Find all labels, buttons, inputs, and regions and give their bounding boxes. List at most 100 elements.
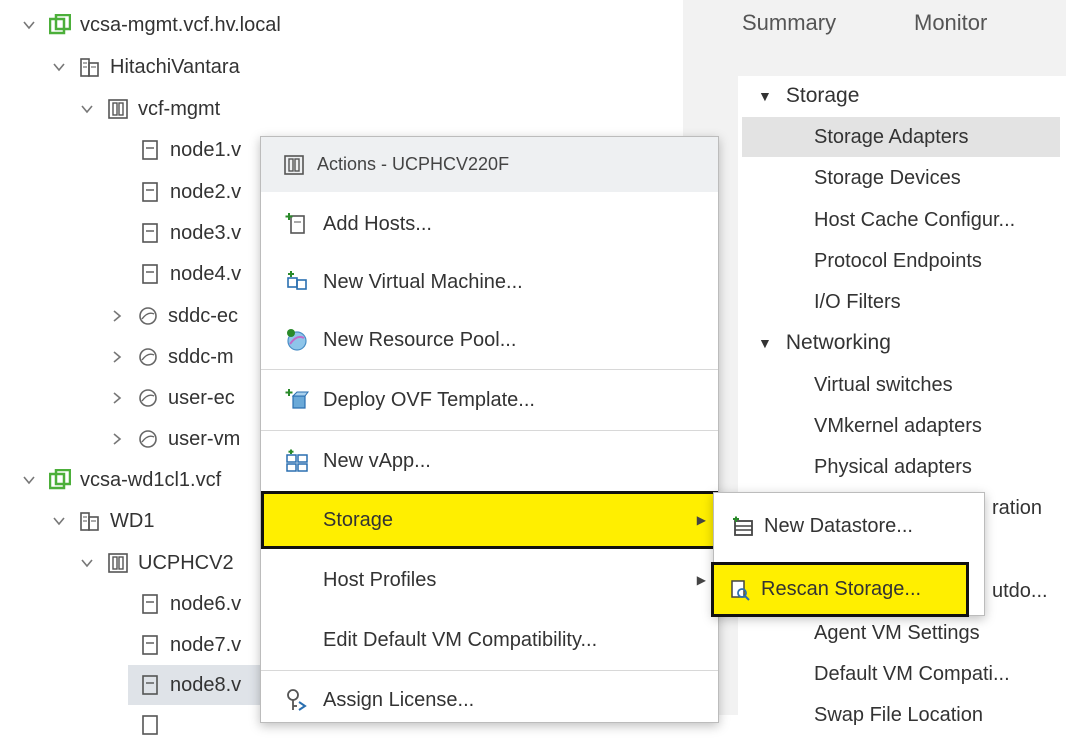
nav-item-physical-adapters[interactable]: Physical adapters <box>814 447 972 487</box>
tree-item-host[interactable]: node3.v <box>138 213 241 253</box>
cluster-icon <box>283 154 305 176</box>
tree-item-label: sddc-ec <box>168 304 239 327</box>
nav-label: Storage <box>785 84 860 107</box>
menu-item-new-resource-pool[interactable]: New Resource Pool... <box>261 311 718 369</box>
host-icon <box>138 180 162 204</box>
nav-item-vmkernel-adapters[interactable]: VMkernel adapters <box>814 406 982 446</box>
nav-label: Physical adapters <box>814 455 972 478</box>
chevron-down-icon[interactable] <box>20 471 38 489</box>
host-icon <box>138 673 162 697</box>
caret-down-icon: ▼ <box>758 88 772 104</box>
menu-item-label: Deploy OVF Template... <box>323 388 535 411</box>
chevron-right-icon[interactable] <box>108 348 126 366</box>
nav-label: I/O Filters <box>814 290 901 313</box>
new-resource-pool-icon <box>283 326 311 354</box>
menu-item-new-vm[interactable]: New Virtual Machine... <box>261 253 718 311</box>
new-datastore-icon <box>730 514 756 540</box>
menu-item-host-profiles[interactable]: Host Profiles ▶ <box>261 551 718 609</box>
nav-label: Swap File Location <box>814 703 983 726</box>
deploy-ovf-icon <box>283 386 311 414</box>
tree-item-resource-pool[interactable]: user-vm <box>108 419 240 459</box>
new-vm-icon <box>283 268 311 296</box>
tab-bar: Summary Monitor <box>683 0 1066 50</box>
nav-section-networking[interactable]: ▼ Networking <box>758 323 891 363</box>
resource-pool-icon <box>136 386 160 410</box>
host-icon <box>138 592 162 616</box>
datacenter-icon <box>78 509 102 533</box>
chevron-right-icon[interactable] <box>108 307 126 325</box>
cluster-icon <box>106 551 130 575</box>
nav-item-storage-adapters[interactable]: Storage Adapters <box>742 117 1060 157</box>
nav-section-storage[interactable]: ▼ Storage <box>758 76 859 116</box>
assign-license-icon <box>283 686 311 714</box>
tree-item-host[interactable]: node4.v <box>138 254 241 294</box>
menu-item-storage[interactable]: Storage ▶ <box>261 491 718 549</box>
chevron-down-icon[interactable] <box>50 58 68 76</box>
submenu-arrow-icon: ▶ <box>696 513 706 527</box>
tree-item-cluster[interactable]: vcf-mgmt <box>78 89 220 129</box>
menu-item-assign-license[interactable]: Assign License... <box>261 671 718 729</box>
chevron-down-icon[interactable] <box>20 16 38 34</box>
menu-item-label: Storage <box>323 508 394 531</box>
nav-item-partial-utdo[interactable]: utdo... <box>992 571 1048 611</box>
menu-icon-placeholder <box>283 506 311 534</box>
nav-label: Agent VM Settings <box>814 621 980 644</box>
tree-item-resource-pool[interactable]: sddc-m <box>108 337 234 377</box>
menu-icon-placeholder <box>283 566 311 594</box>
tree-item-datacenter[interactable]: WD1 <box>50 501 154 541</box>
menu-item-rescan-storage[interactable]: Rescan Storage... <box>711 562 969 617</box>
tree-item-resource-pool[interactable]: user-ec <box>108 378 235 418</box>
tree-item-label: vcsa-mgmt.vcf.hv.local <box>80 13 281 36</box>
chevron-down-icon[interactable] <box>78 100 96 118</box>
tab-summary[interactable]: Summary <box>742 10 836 36</box>
tree-item-host[interactable]: node2.v <box>138 172 241 212</box>
host-icon <box>138 713 162 737</box>
nav-label: VMkernel adapters <box>814 414 982 437</box>
caret-down-icon: ▼ <box>758 335 772 351</box>
tree-item-label: vcsa-wd1cl1.vcf <box>80 468 222 491</box>
menu-icon-placeholder <box>283 626 311 654</box>
tree-item-cluster[interactable]: UCPHCV2 <box>78 543 234 583</box>
tree-item-resource-pool[interactable]: sddc-ec <box>108 296 238 336</box>
chevron-down-icon[interactable] <box>50 512 68 530</box>
tree-item-host[interactable]: node6.v <box>138 584 241 624</box>
nav-item-default-vm-compat[interactable]: Default VM Compati... <box>814 654 1010 694</box>
nav-item-virtual-switches[interactable]: Virtual switches <box>814 365 953 405</box>
tree-item-datacenter[interactable]: HitachiVantara <box>50 47 240 87</box>
menu-item-deploy-ovf[interactable]: Deploy OVF Template... <box>261 371 718 429</box>
tree-item-vcsa-wd1[interactable]: vcsa-wd1cl1.vcf <box>20 460 221 500</box>
nav-item-io-filters[interactable]: I/O Filters <box>814 282 901 322</box>
tree-item-vcsa-mgmt[interactable]: vcsa-mgmt.vcf.hv.local <box>20 5 281 45</box>
menu-item-edit-default-vm-compat[interactable]: Edit Default VM Compatibility... <box>261 611 718 669</box>
nav-item-host-cache[interactable]: Host Cache Configur... <box>814 200 1015 240</box>
tree-item-label: node4.v <box>170 262 242 285</box>
nav-item-storage-devices[interactable]: Storage Devices <box>814 158 961 198</box>
tree-item-host[interactable]: node7.v <box>138 625 241 665</box>
menu-header: Actions - UCPHCV220F <box>261 137 718 192</box>
menu-item-new-datastore[interactable]: New Datastore... <box>714 499 982 554</box>
tree-item-host[interactable]: node1.v <box>138 130 241 170</box>
nav-item-swap-file-location[interactable]: Swap File Location <box>814 695 983 735</box>
tree-item-host-partial[interactable] <box>138 705 170 745</box>
menu-separator <box>261 369 718 370</box>
tree-item-host-selected[interactable]: node8.v <box>128 665 278 705</box>
vcenter-icon <box>48 13 72 37</box>
tab-monitor[interactable]: Monitor <box>914 10 987 36</box>
tree-item-label: vcf-mgmt <box>138 97 221 120</box>
nav-item-protocol-endpoints[interactable]: Protocol Endpoints <box>814 241 982 281</box>
menu-item-new-vapp[interactable]: New vApp... <box>261 432 718 490</box>
menu-item-label: Add Hosts... <box>323 212 432 235</box>
submenu-arrow-icon: ▶ <box>696 573 706 587</box>
tree-item-label: WD1 <box>110 509 155 532</box>
nav-item-agent-vm-settings[interactable]: Agent VM Settings <box>814 613 980 653</box>
nav-item-partial-ration[interactable]: ration <box>992 488 1042 528</box>
chevron-right-icon[interactable] <box>108 389 126 407</box>
new-vapp-icon <box>283 447 311 475</box>
chevron-right-icon[interactable] <box>108 430 126 448</box>
menu-item-add-hosts[interactable]: Add Hosts... <box>261 195 718 253</box>
nav-label: Protocol Endpoints <box>814 249 982 272</box>
datacenter-icon <box>78 55 102 79</box>
menu-item-label: New Resource Pool... <box>323 328 517 351</box>
nav-label: Default VM Compati... <box>814 662 1010 685</box>
chevron-down-icon[interactable] <box>78 554 96 572</box>
